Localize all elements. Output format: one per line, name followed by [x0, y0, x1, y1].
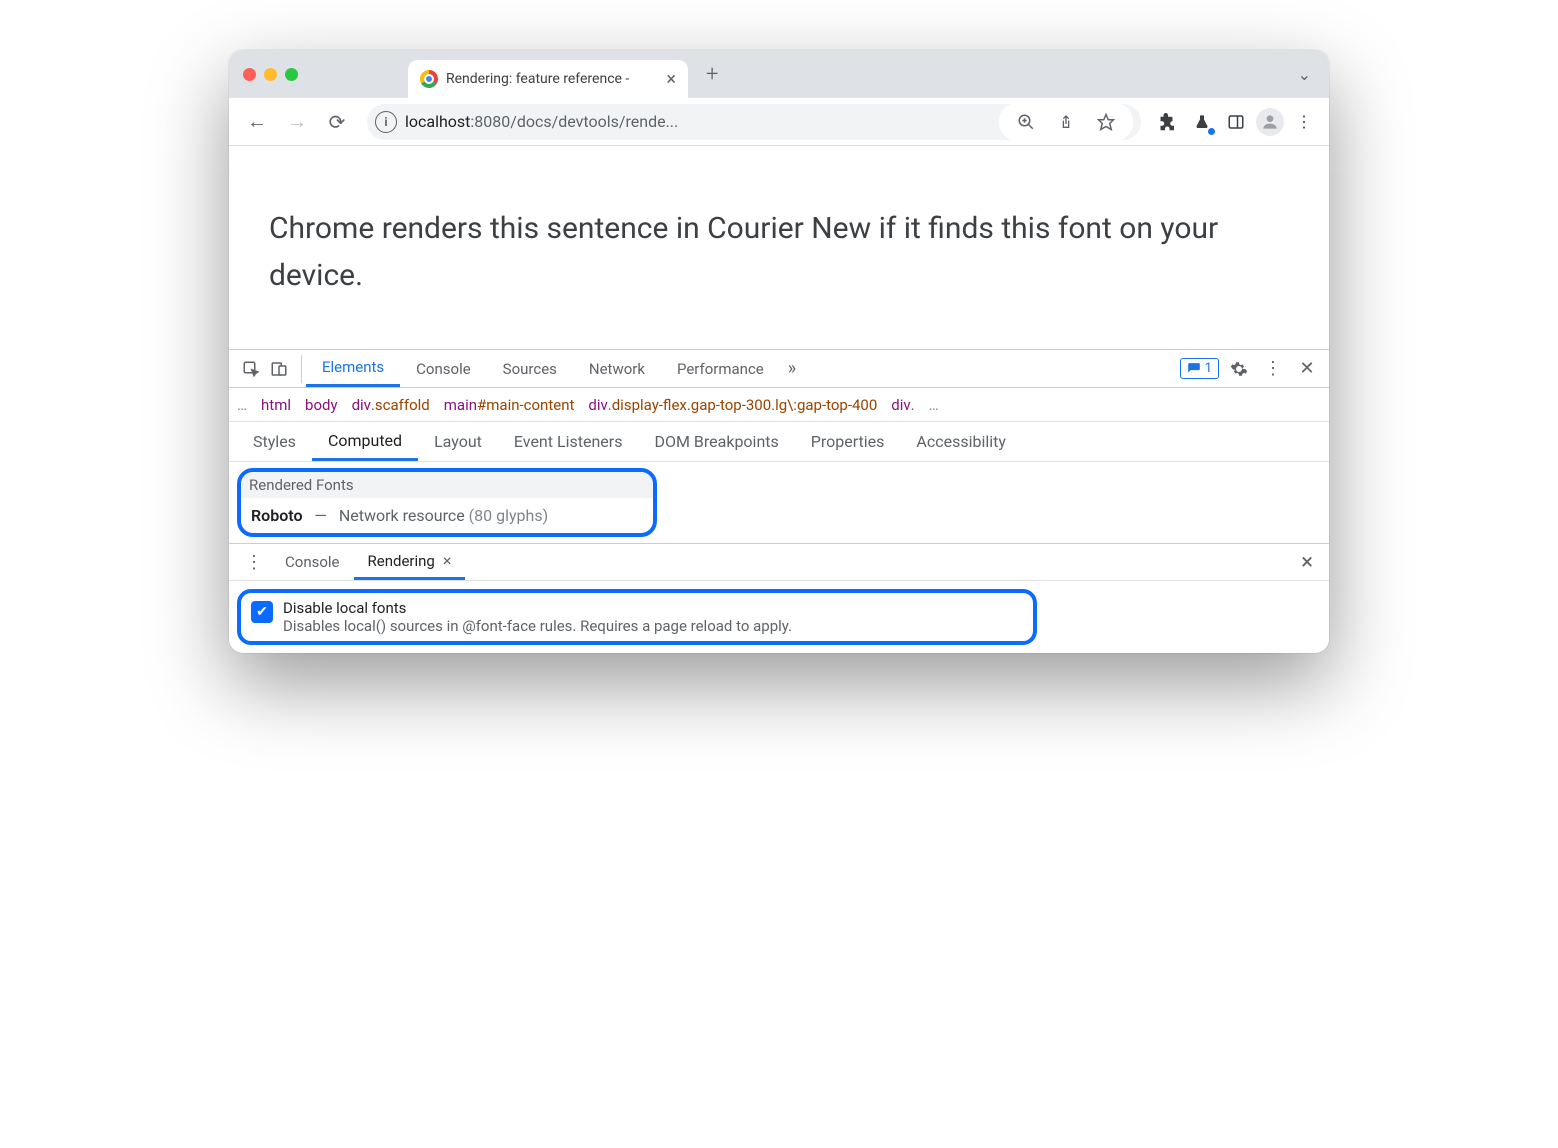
breadcrumb-html[interactable]: html [261, 396, 291, 414]
tabs-list-button[interactable]: ⌄ [1298, 65, 1311, 84]
font-source: Network resource [339, 506, 465, 525]
forward-button[interactable]: → [279, 104, 315, 140]
close-tab-button[interactable]: × [666, 69, 676, 90]
close-rendering-tab-icon[interactable]: × [443, 551, 452, 570]
tab-sources[interactable]: Sources [487, 350, 573, 387]
issues-badge[interactable]: 1 [1180, 358, 1219, 379]
url-host: localhost [405, 112, 470, 131]
drawer-menu-button[interactable]: ⋮ [237, 552, 271, 573]
subtab-event-listeners[interactable]: Event Listeners [498, 422, 639, 461]
close-window-button[interactable] [243, 68, 256, 81]
share-icon[interactable] [1051, 107, 1081, 137]
tab-performance[interactable]: Performance [661, 350, 780, 387]
omnibox-actions [999, 103, 1133, 141]
subtab-styles[interactable]: Styles [237, 422, 312, 461]
disable-local-fonts-option[interactable]: ✔ Disable local fonts Disables local() s… [237, 589, 1037, 645]
chrome-menu-button[interactable]: ⋮ [1289, 107, 1319, 137]
devtools-close-button[interactable]: ✕ [1293, 355, 1321, 383]
back-button[interactable]: ← [239, 104, 275, 140]
url-text: localhost:8080/docs/devtools/rende... [405, 112, 987, 131]
option-text: Disable local fonts Disables local() sou… [283, 599, 792, 635]
maximize-window-button[interactable] [285, 68, 298, 81]
subtab-properties[interactable]: Properties [795, 422, 901, 461]
tab-network[interactable]: Network [573, 350, 661, 387]
breadcrumb-div-scaffold[interactable]: div.scaffold [352, 396, 430, 414]
elements-breadcrumb: … html body div.scaffold main#main-conte… [229, 388, 1329, 422]
font-name: Roboto [251, 506, 303, 525]
settings-gear-icon[interactable] [1225, 355, 1253, 383]
zoom-icon[interactable] [1011, 107, 1041, 137]
address-bar[interactable]: i localhost:8080/docs/devtools/rende... [367, 104, 1141, 140]
option-description: Disables local() sources in @font-face r… [283, 617, 792, 635]
side-panel-icon[interactable] [1221, 107, 1251, 137]
labs-icon[interactable] [1187, 107, 1217, 137]
url-path: /docs/devtools/rende... [510, 112, 678, 131]
url-port: :8080 [470, 112, 510, 131]
browser-toolbar: ← → ⟳ i localhost:8080/docs/devtools/ren… [229, 98, 1329, 146]
avatar-icon [1256, 108, 1284, 136]
chrome-icon [420, 70, 438, 88]
option-title: Disable local fonts [283, 599, 792, 617]
devtools-panel: Elements Console Sources Network Perform… [229, 349, 1329, 645]
font-glyphs: (80 glyphs) [469, 506, 549, 525]
minimize-window-button[interactable] [264, 68, 277, 81]
subtab-layout[interactable]: Layout [418, 422, 498, 461]
page-content: Chrome renders this sentence in Courier … [229, 146, 1329, 349]
rendered-fonts-heading: Rendered Fonts [241, 472, 653, 498]
breadcrumb-body[interactable]: body [305, 396, 338, 414]
breadcrumb-main[interactable]: main#main-content [444, 396, 575, 414]
drawer-tab-rendering[interactable]: Rendering × [354, 544, 466, 580]
drawer-close-button[interactable]: × [1293, 550, 1321, 575]
rendered-fonts-section: Rendered Fonts Roboto — Network resource… [237, 468, 657, 537]
window-controls [243, 68, 298, 81]
subtab-accessibility[interactable]: Accessibility [900, 422, 1022, 461]
rendered-fonts-entry: Roboto — Network resource (80 glyphs) [241, 498, 653, 533]
browser-tab[interactable]: Rendering: feature reference - × [408, 60, 688, 98]
breadcrumb-ellipsis-end[interactable]: … [929, 396, 939, 414]
extensions-icon[interactable] [1153, 107, 1183, 137]
devtools-menu-button[interactable]: ⋮ [1259, 355, 1287, 383]
elements-subtabs: Styles Computed Layout Event Listeners D… [229, 422, 1329, 462]
breadcrumb-ellipsis[interactable]: … [237, 396, 247, 414]
breadcrumb-div-flex[interactable]: div.display-flex.gap-top-300.lg\:gap-top… [588, 396, 877, 414]
drawer-tabstrip: ⋮ Console Rendering × × [229, 543, 1329, 581]
devtools-tabstrip: Elements Console Sources Network Perform… [229, 350, 1329, 388]
issues-count: 1 [1205, 361, 1212, 376]
reload-button[interactable]: ⟳ [319, 104, 355, 140]
drawer-tab-console[interactable]: Console [271, 544, 354, 580]
tab-title: Rendering: feature reference - [446, 71, 629, 87]
site-info-icon[interactable]: i [375, 111, 397, 133]
profile-button[interactable] [1255, 107, 1285, 137]
subtab-computed[interactable]: Computed [312, 422, 418, 461]
tab-strip: Rendering: feature reference - × + ⌄ [229, 50, 1329, 98]
disable-local-fonts-checkbox[interactable]: ✔ [251, 601, 273, 623]
breadcrumb-div-last[interactable]: div. [891, 396, 914, 414]
sample-sentence: Chrome renders this sentence in Courier … [269, 206, 1289, 299]
inspect-element-icon[interactable] [237, 355, 265, 383]
bookmark-star-icon[interactable] [1091, 107, 1121, 137]
subtab-dom-breakpoints[interactable]: DOM Breakpoints [638, 422, 794, 461]
tab-elements[interactable]: Elements [306, 350, 400, 387]
more-tabs-button[interactable]: » [780, 358, 804, 379]
device-toolbar-icon[interactable] [265, 355, 293, 383]
browser-window: Rendering: feature reference - × + ⌄ ← →… [229, 50, 1329, 653]
tab-console[interactable]: Console [400, 350, 487, 387]
new-tab-button[interactable]: + [706, 62, 718, 87]
